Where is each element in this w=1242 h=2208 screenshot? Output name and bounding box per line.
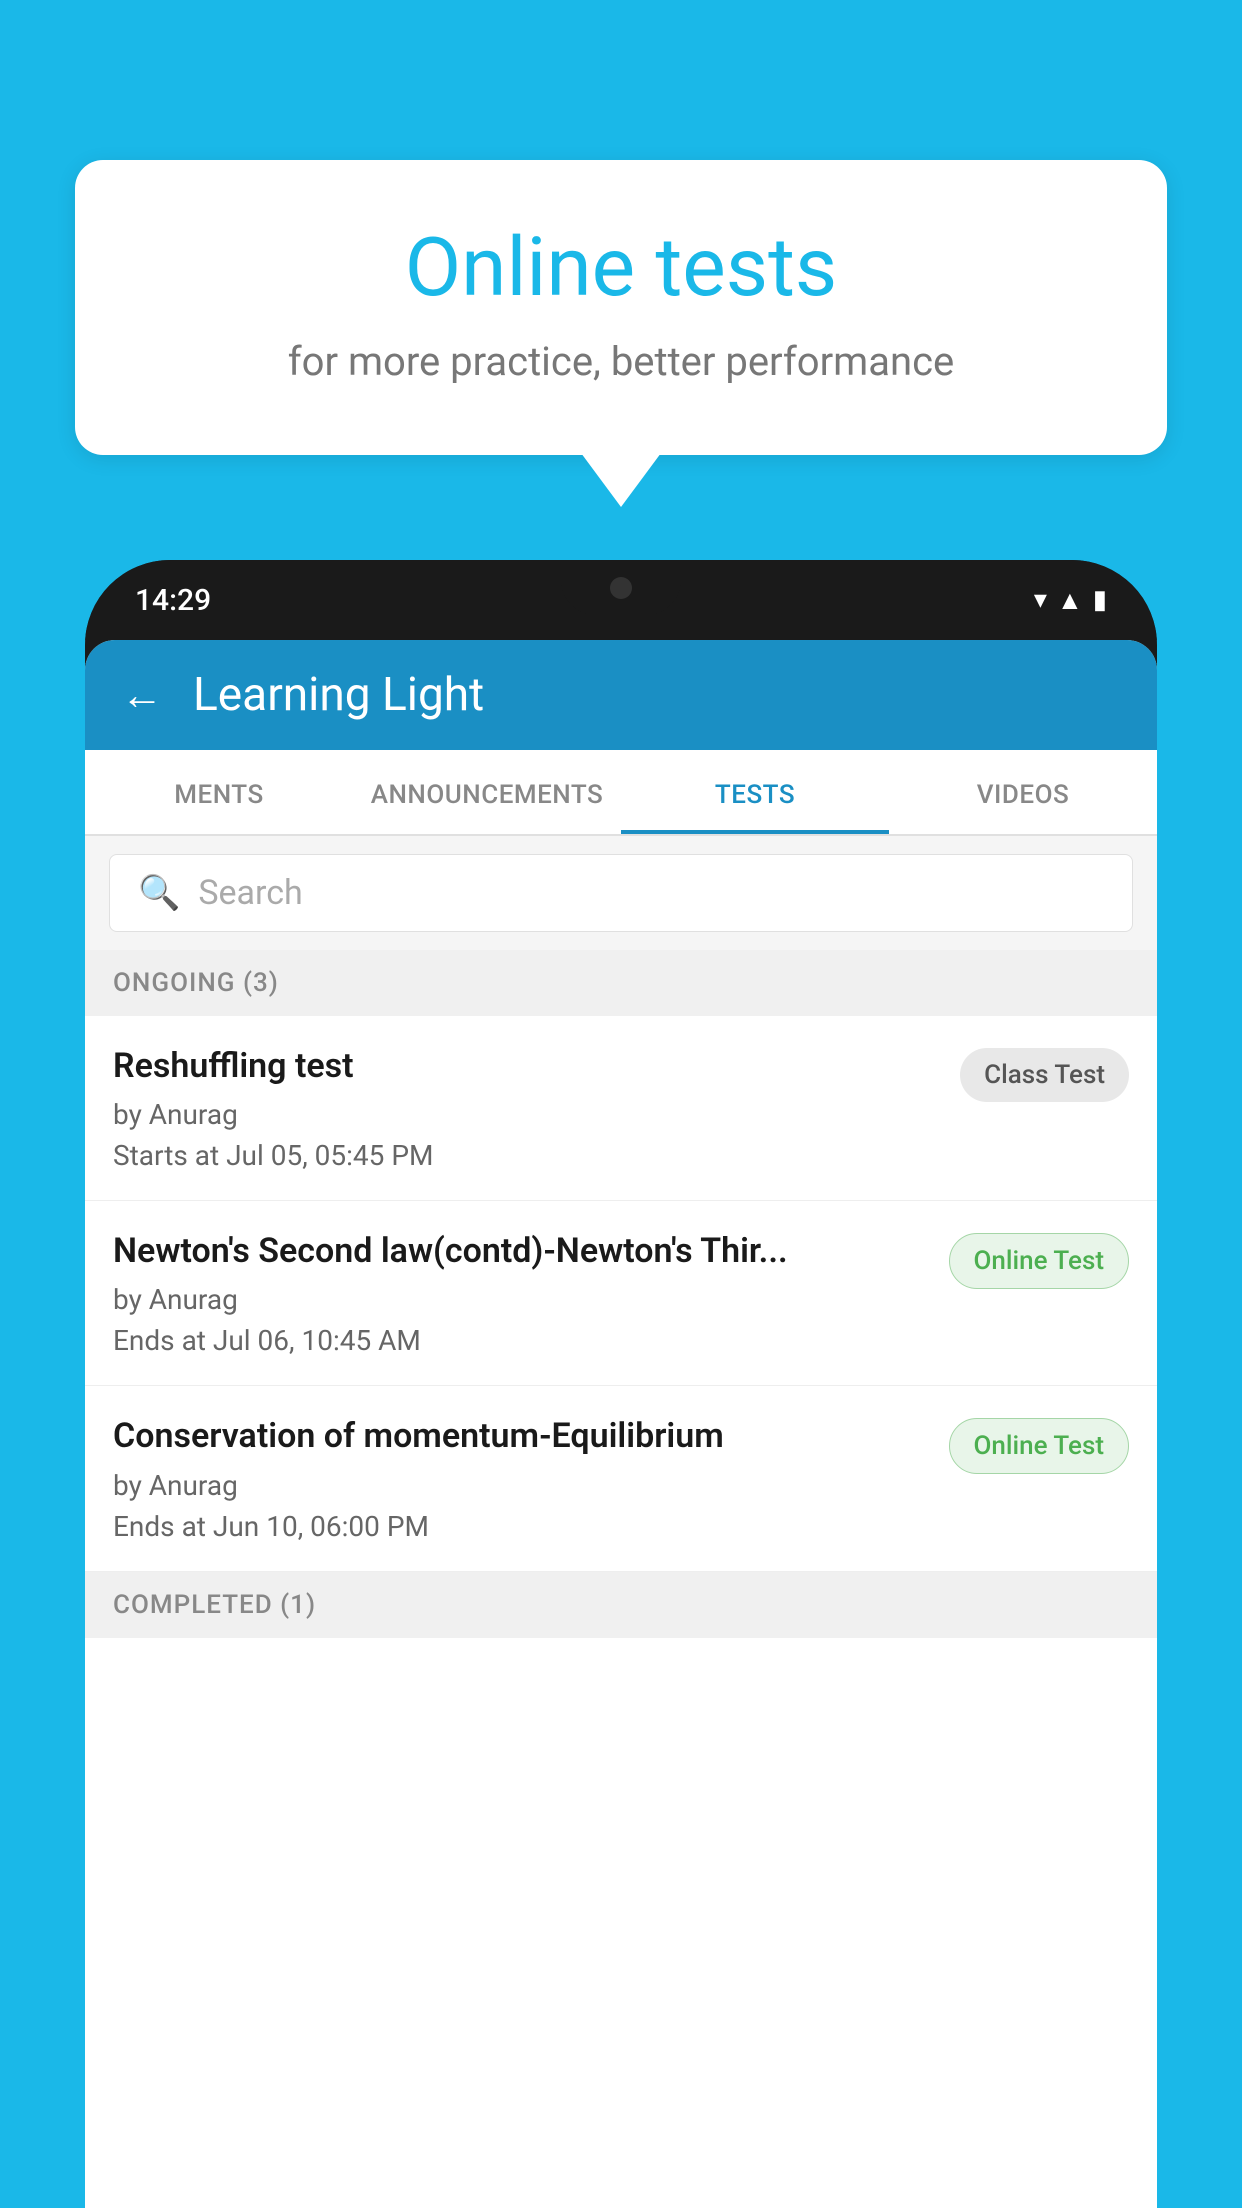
test-item[interactable]: Newton's Second law(contd)-Newton's Thir… <box>85 1201 1157 1386</box>
test-info: Conservation of momentum-Equilibrium by … <box>113 1414 933 1542</box>
back-button[interactable]: ← <box>121 671 163 720</box>
phone-frame: 14:29 ▾ ▲ ▮ ← Learning Light MENTS ANNOU… <box>85 560 1157 2208</box>
test-name: Newton's Second law(contd)-Newton's Thir… <box>113 1229 933 1273</box>
tab-videos[interactable]: VIDEOS <box>889 750 1157 834</box>
search-container: 🔍 Search <box>85 836 1157 950</box>
camera-dot <box>610 577 632 599</box>
search-input[interactable]: Search <box>198 873 302 913</box>
bubble-title: Online tests <box>145 220 1097 316</box>
test-time: Ends at Jul 06, 10:45 AM <box>113 1324 933 1357</box>
phone-screen: ← Learning Light MENTS ANNOUNCEMENTS TES… <box>85 640 1157 2208</box>
test-info: Reshuffling test by Anurag Starts at Jul… <box>113 1044 944 1172</box>
test-badge-class: Class Test <box>960 1048 1129 1102</box>
tab-tests[interactable]: TESTS <box>621 750 889 834</box>
test-item[interactable]: Conservation of momentum-Equilibrium by … <box>85 1386 1157 1571</box>
speech-bubble: Online tests for more practice, better p… <box>75 160 1167 455</box>
test-badge-online: Online Test <box>949 1233 1130 1289</box>
signal-icon: ▲ <box>1057 585 1083 616</box>
test-author: by Anurag <box>113 1283 933 1316</box>
tabs-bar: MENTS ANNOUNCEMENTS TESTS VIDEOS <box>85 750 1157 836</box>
search-bar[interactable]: 🔍 Search <box>109 854 1133 932</box>
wifi-icon: ▾ <box>1034 585 1047 615</box>
test-time: Ends at Jun 10, 06:00 PM <box>113 1510 933 1543</box>
test-item[interactable]: Reshuffling test by Anurag Starts at Jul… <box>85 1016 1157 1201</box>
app-header: ← Learning Light <box>85 640 1157 750</box>
app-title: Learning Light <box>193 668 484 722</box>
ongoing-section-header: ONGOING (3) <box>85 950 1157 1016</box>
test-author: by Anurag <box>113 1469 933 1502</box>
status-bar: 14:29 ▾ ▲ ▮ <box>85 560 1157 640</box>
completed-section-header: COMPLETED (1) <box>85 1572 1157 1638</box>
tab-announcements[interactable]: ANNOUNCEMENTS <box>353 750 621 834</box>
status-time: 14:29 <box>135 583 211 618</box>
test-info: Newton's Second law(contd)-Newton's Thir… <box>113 1229 933 1357</box>
test-author: by Anurag <box>113 1098 944 1131</box>
test-badge-online: Online Test <box>949 1418 1130 1474</box>
tab-ments[interactable]: MENTS <box>85 750 353 834</box>
bubble-subtitle: for more practice, better performance <box>145 338 1097 385</box>
test-time: Starts at Jul 05, 05:45 PM <box>113 1139 944 1172</box>
notch <box>561 560 681 615</box>
search-icon: 🔍 <box>138 873 180 913</box>
test-name: Conservation of momentum-Equilibrium <box>113 1414 933 1458</box>
status-icons: ▾ ▲ ▮ <box>1034 585 1107 616</box>
battery-icon: ▮ <box>1093 585 1107 615</box>
test-name: Reshuffling test <box>113 1044 944 1088</box>
